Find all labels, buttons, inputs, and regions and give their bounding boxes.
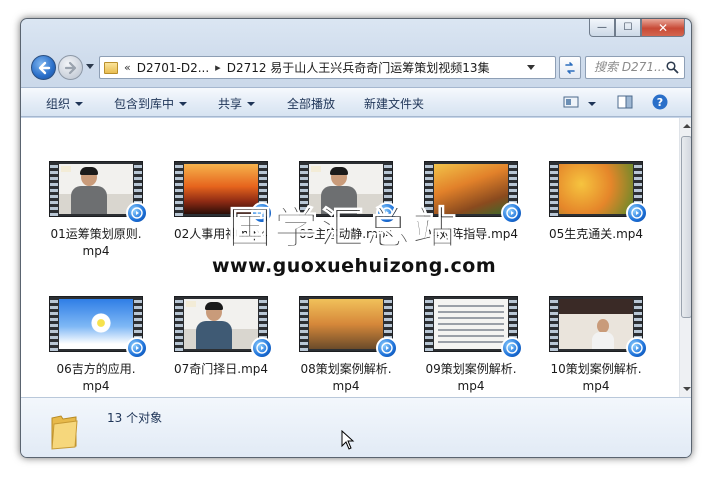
address-bar[interactable]: « D2701-D2... ▸ D2712 易于山人王兴兵奇奇门运筹策划视频13… <box>99 56 556 79</box>
refresh-icon <box>565 61 575 74</box>
address-segment-current[interactable]: D2712 易于山人王兴兵奇奇门运筹策划视频13集 <box>227 59 490 76</box>
video-thumbnail <box>174 296 273 359</box>
scrollbar-thumb[interactable] <box>681 136 691 318</box>
organize-label: 组织 <box>46 97 71 111</box>
file-name: 08策划案例解析. mp4 <box>300 362 392 393</box>
back-arrow-icon <box>38 61 50 74</box>
vertical-scrollbar[interactable] <box>679 118 691 397</box>
organize-menu[interactable]: 组织 <box>46 95 84 112</box>
video-thumbnail <box>549 161 648 224</box>
film-strip <box>550 297 558 351</box>
forward-arrow-icon <box>64 61 76 74</box>
search-placeholder: 搜索 D271... <box>594 60 666 74</box>
chevron-down-icon <box>247 102 256 106</box>
film-strip <box>50 297 58 351</box>
film-strip <box>300 297 308 351</box>
watermark-title: 国学汇总站 <box>228 203 458 255</box>
file-item[interactable]: 09策划案例解析. mp4 <box>421 296 523 395</box>
video-frame <box>434 299 508 349</box>
video-thumbnail <box>299 296 398 359</box>
video-frame <box>59 164 133 214</box>
new-folder-button[interactable]: 新建文件夹 <box>364 95 424 112</box>
caption-buttons: — ☐ ✕ <box>589 19 685 37</box>
play-all-button[interactable]: 全部播放 <box>287 95 335 112</box>
film-strip <box>175 162 183 216</box>
chevron-down-icon <box>587 102 596 106</box>
search-input[interactable]: 搜索 D271... <box>585 56 685 79</box>
file-item[interactable]: 07奇门择日.mp4 <box>171 296 273 378</box>
address-segment-parent[interactable]: D2701-D2... <box>137 61 209 75</box>
details-pane: 13 个对象 <box>21 397 691 457</box>
media-player-badge-icon <box>501 337 523 359</box>
address-separator-icon[interactable]: ▸ <box>215 61 221 74</box>
file-item[interactable]: 10策划案例解析. mp4 <box>546 296 648 395</box>
chevron-down-icon <box>86 64 94 69</box>
file-name: 05生克通关.mp4 <box>548 227 644 241</box>
video-frame <box>559 299 633 349</box>
mouse-cursor-icon <box>341 430 355 450</box>
watermark-url: www.guoxuehuizong.com <box>212 255 497 277</box>
share-label: 共享 <box>218 97 243 111</box>
scroll-up-icon[interactable] <box>683 124 691 128</box>
film-strip <box>425 297 433 351</box>
video-frame <box>59 299 133 349</box>
media-player-badge-icon <box>501 202 523 224</box>
file-name: 10策划案例解析. mp4 <box>550 362 642 393</box>
film-strip <box>550 162 558 216</box>
video-thumbnail <box>49 161 148 224</box>
file-name: 06吉方的应用. mp4 <box>56 362 136 393</box>
media-player-badge-icon <box>126 202 148 224</box>
media-player-badge-icon <box>626 337 648 359</box>
media-player-badge-icon <box>126 337 148 359</box>
file-item[interactable]: 06吉方的应用. mp4 <box>46 296 148 395</box>
help-button[interactable]: ? <box>652 94 668 113</box>
back-button[interactable] <box>31 55 56 80</box>
minimize-button[interactable]: — <box>589 19 615 37</box>
navigation-bar: « D2701-D2... ▸ D2712 易于山人王兴兵奇奇门运筹策划视频13… <box>29 53 685 83</box>
command-bar: 组织 包含到库中 共享 全部播放 新建文件夹 ? <box>21 87 691 117</box>
view-options-button[interactable] <box>563 96 596 111</box>
file-name: 09策划案例解析. mp4 <box>425 362 517 393</box>
media-player-badge-icon <box>251 337 273 359</box>
file-item[interactable]: 05生克通关.mp4 <box>546 161 648 243</box>
media-player-badge-icon <box>376 337 398 359</box>
preview-pane-button[interactable] <box>617 95 633 112</box>
folder-icon <box>51 415 78 450</box>
search-icon[interactable] <box>666 61 679 74</box>
chevron-down-icon <box>179 102 188 106</box>
video-frame <box>184 299 258 349</box>
refresh-button[interactable] <box>559 56 581 79</box>
include-in-library-menu[interactable]: 包含到库中 <box>114 95 188 112</box>
film-strip <box>175 297 183 351</box>
forward-button[interactable] <box>58 55 83 80</box>
view-options-icon <box>563 96 579 108</box>
film-strip <box>50 162 58 216</box>
file-name: 01运筹策划原则. mp4 <box>50 227 142 258</box>
video-frame <box>309 299 383 349</box>
svg-text:?: ? <box>657 96 663 109</box>
file-name: 07奇门择日.mp4 <box>173 362 269 376</box>
chevron-down-icon <box>75 102 84 106</box>
chevron-down-icon[interactable] <box>527 65 535 71</box>
include-in-library-label: 包含到库中 <box>114 97 175 111</box>
recent-pages-button[interactable] <box>85 62 95 72</box>
item-count: 13 个对象 <box>107 411 163 425</box>
preview-pane-icon <box>617 95 633 109</box>
video-thumbnail <box>424 296 523 359</box>
video-frame <box>559 164 633 214</box>
video-thumbnail <box>49 296 148 359</box>
share-menu[interactable]: 共享 <box>218 95 256 112</box>
scroll-down-icon[interactable] <box>683 387 691 391</box>
video-thumbnail <box>549 296 648 359</box>
address-overflow[interactable]: « <box>124 61 131 74</box>
help-icon: ? <box>652 94 668 110</box>
close-button[interactable]: ✕ <box>641 19 685 37</box>
media-player-badge-icon <box>626 202 648 224</box>
file-item[interactable]: 01运筹策划原则. mp4 <box>46 161 148 260</box>
folder-icon <box>104 61 118 74</box>
file-item[interactable]: 08策划案例解析. mp4 <box>296 296 398 395</box>
maximize-button[interactable]: ☐ <box>615 19 641 37</box>
